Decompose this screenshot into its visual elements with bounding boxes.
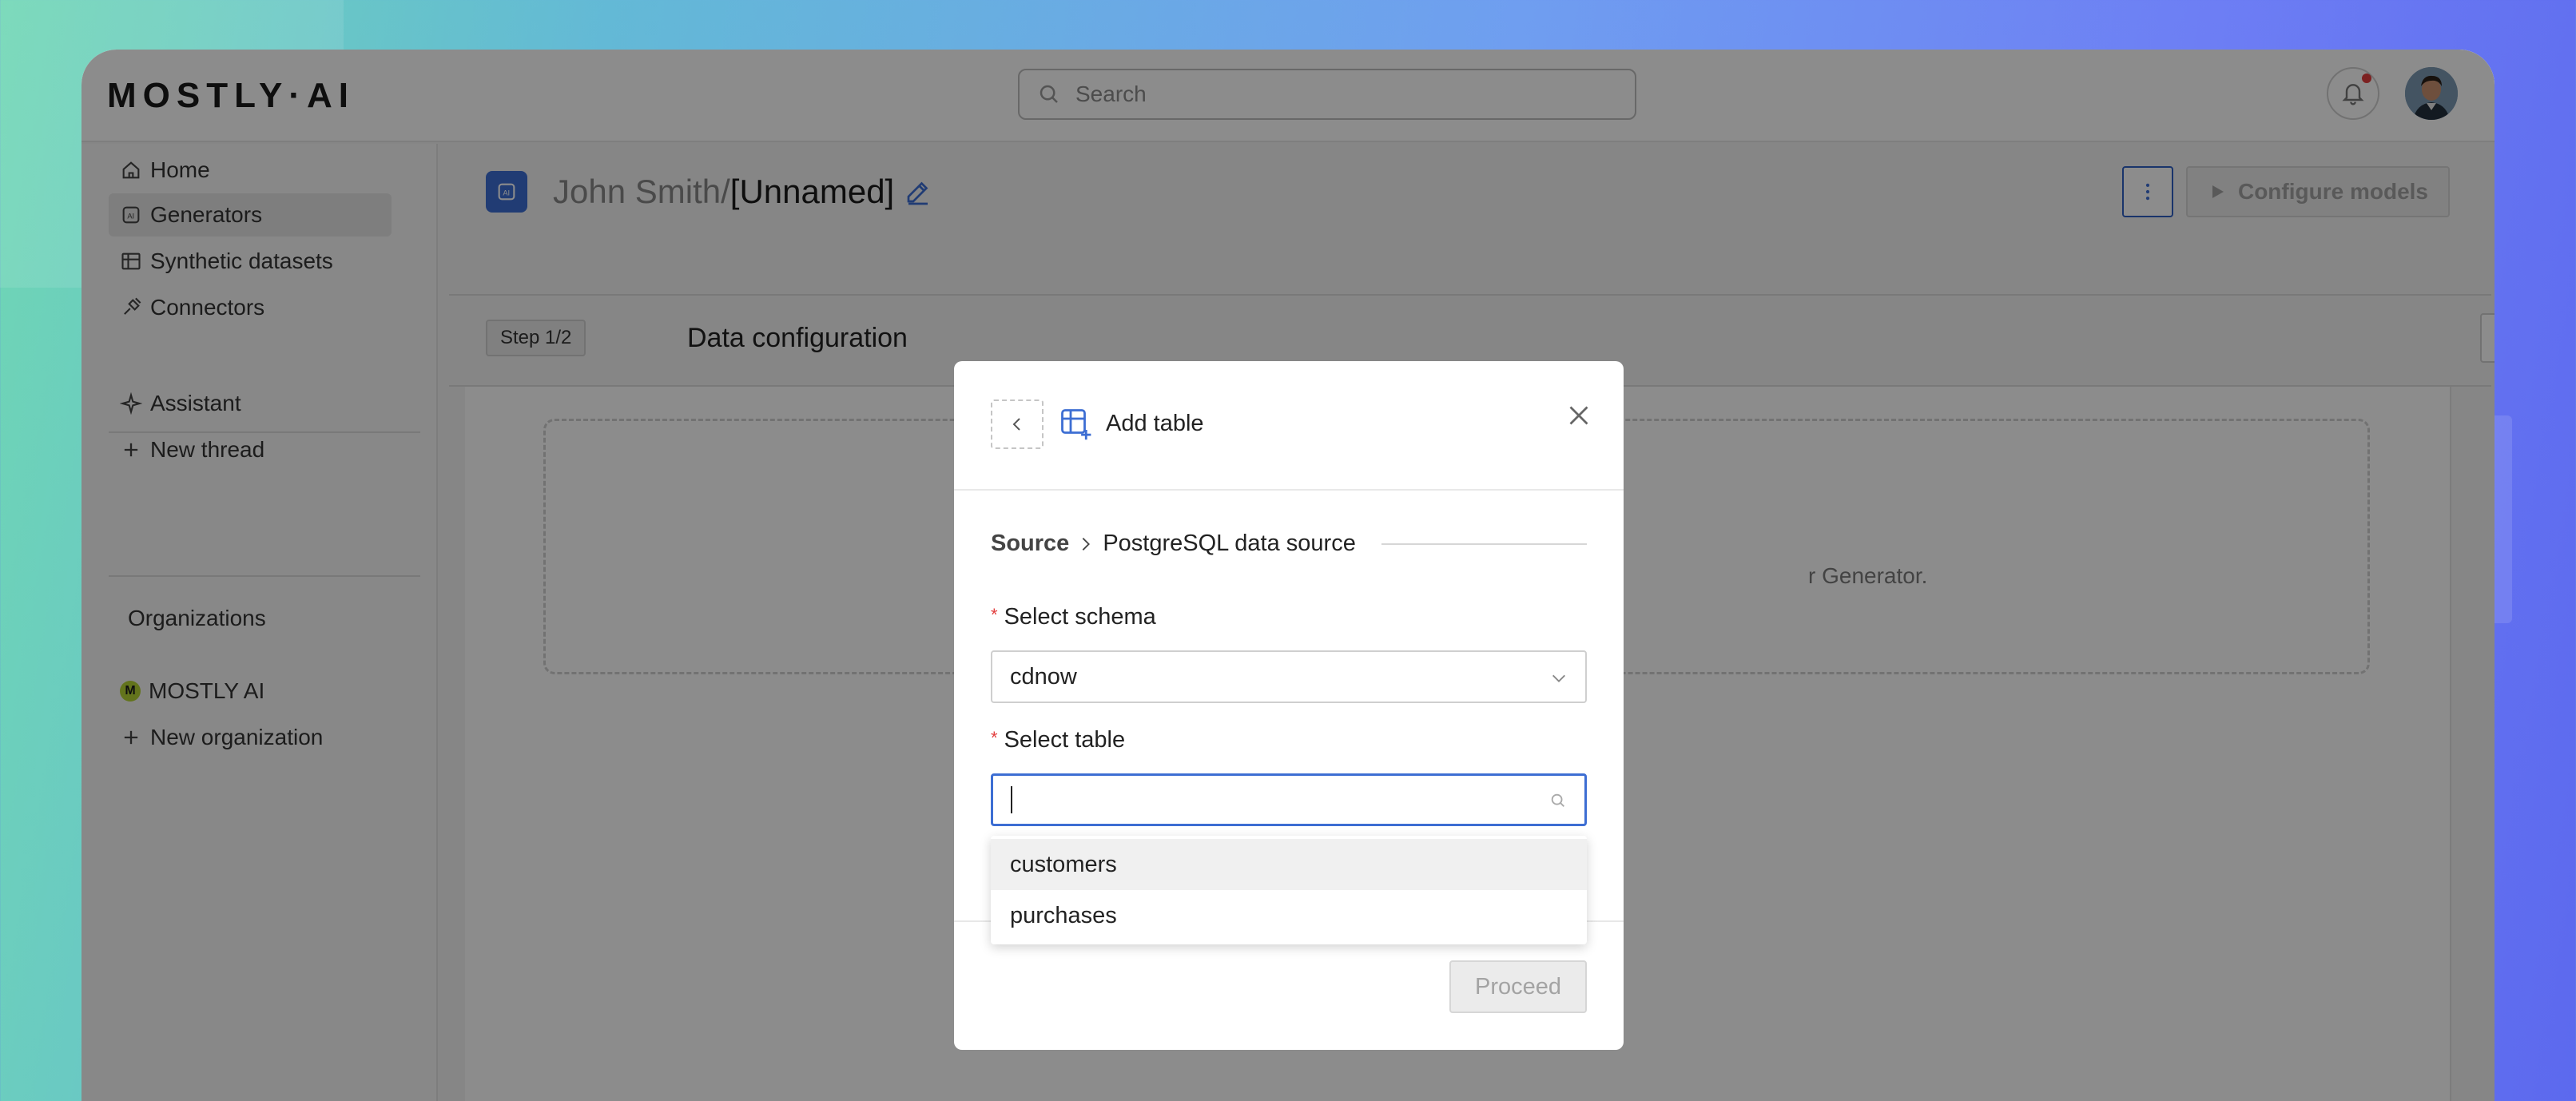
- proceed-button[interactable]: Proceed: [1449, 960, 1587, 1013]
- table-label: * Select table: [991, 727, 1125, 753]
- chevron-right-icon: [1083, 537, 1091, 550]
- table-search-input[interactable]: [991, 773, 1587, 826]
- add-table-dialog: Add table Source PostgreSQL data source …: [954, 361, 1624, 1050]
- breadcrumb-source[interactable]: Source: [991, 531, 1069, 557]
- table-label-text: Select table: [1004, 727, 1126, 753]
- chevron-left-icon: [1012, 418, 1020, 431]
- breadcrumb-current: PostgreSQL data source: [1103, 531, 1356, 556]
- table-input-field[interactable]: [1014, 786, 1525, 813]
- table-options-dropdown: customers purchases: [991, 836, 1587, 944]
- text-caret: [1011, 786, 1012, 813]
- close-icon[interactable]: [1564, 401, 1593, 430]
- option-customers[interactable]: customers: [991, 839, 1587, 890]
- table-add-icon: [1061, 409, 1091, 440]
- required-marker: *: [991, 728, 998, 748]
- divider: [954, 489, 1624, 491]
- schema-label-text: Select schema: [1004, 604, 1156, 630]
- schema-value: cdnow: [1010, 663, 1077, 690]
- schema-select[interactable]: cdnow: [991, 650, 1587, 703]
- chevron-down-icon: [1552, 674, 1565, 682]
- breadcrumb-line: [1381, 543, 1587, 545]
- breadcrumb: Source PostgreSQL data source: [991, 531, 1587, 557]
- option-purchases[interactable]: purchases: [991, 890, 1587, 941]
- schema-label: * Select schema: [991, 604, 1156, 630]
- dialog-title: Add table: [1106, 411, 1204, 436]
- search-icon: [1551, 793, 1564, 807]
- back-button[interactable]: [991, 399, 1044, 449]
- required-marker: *: [991, 605, 998, 625]
